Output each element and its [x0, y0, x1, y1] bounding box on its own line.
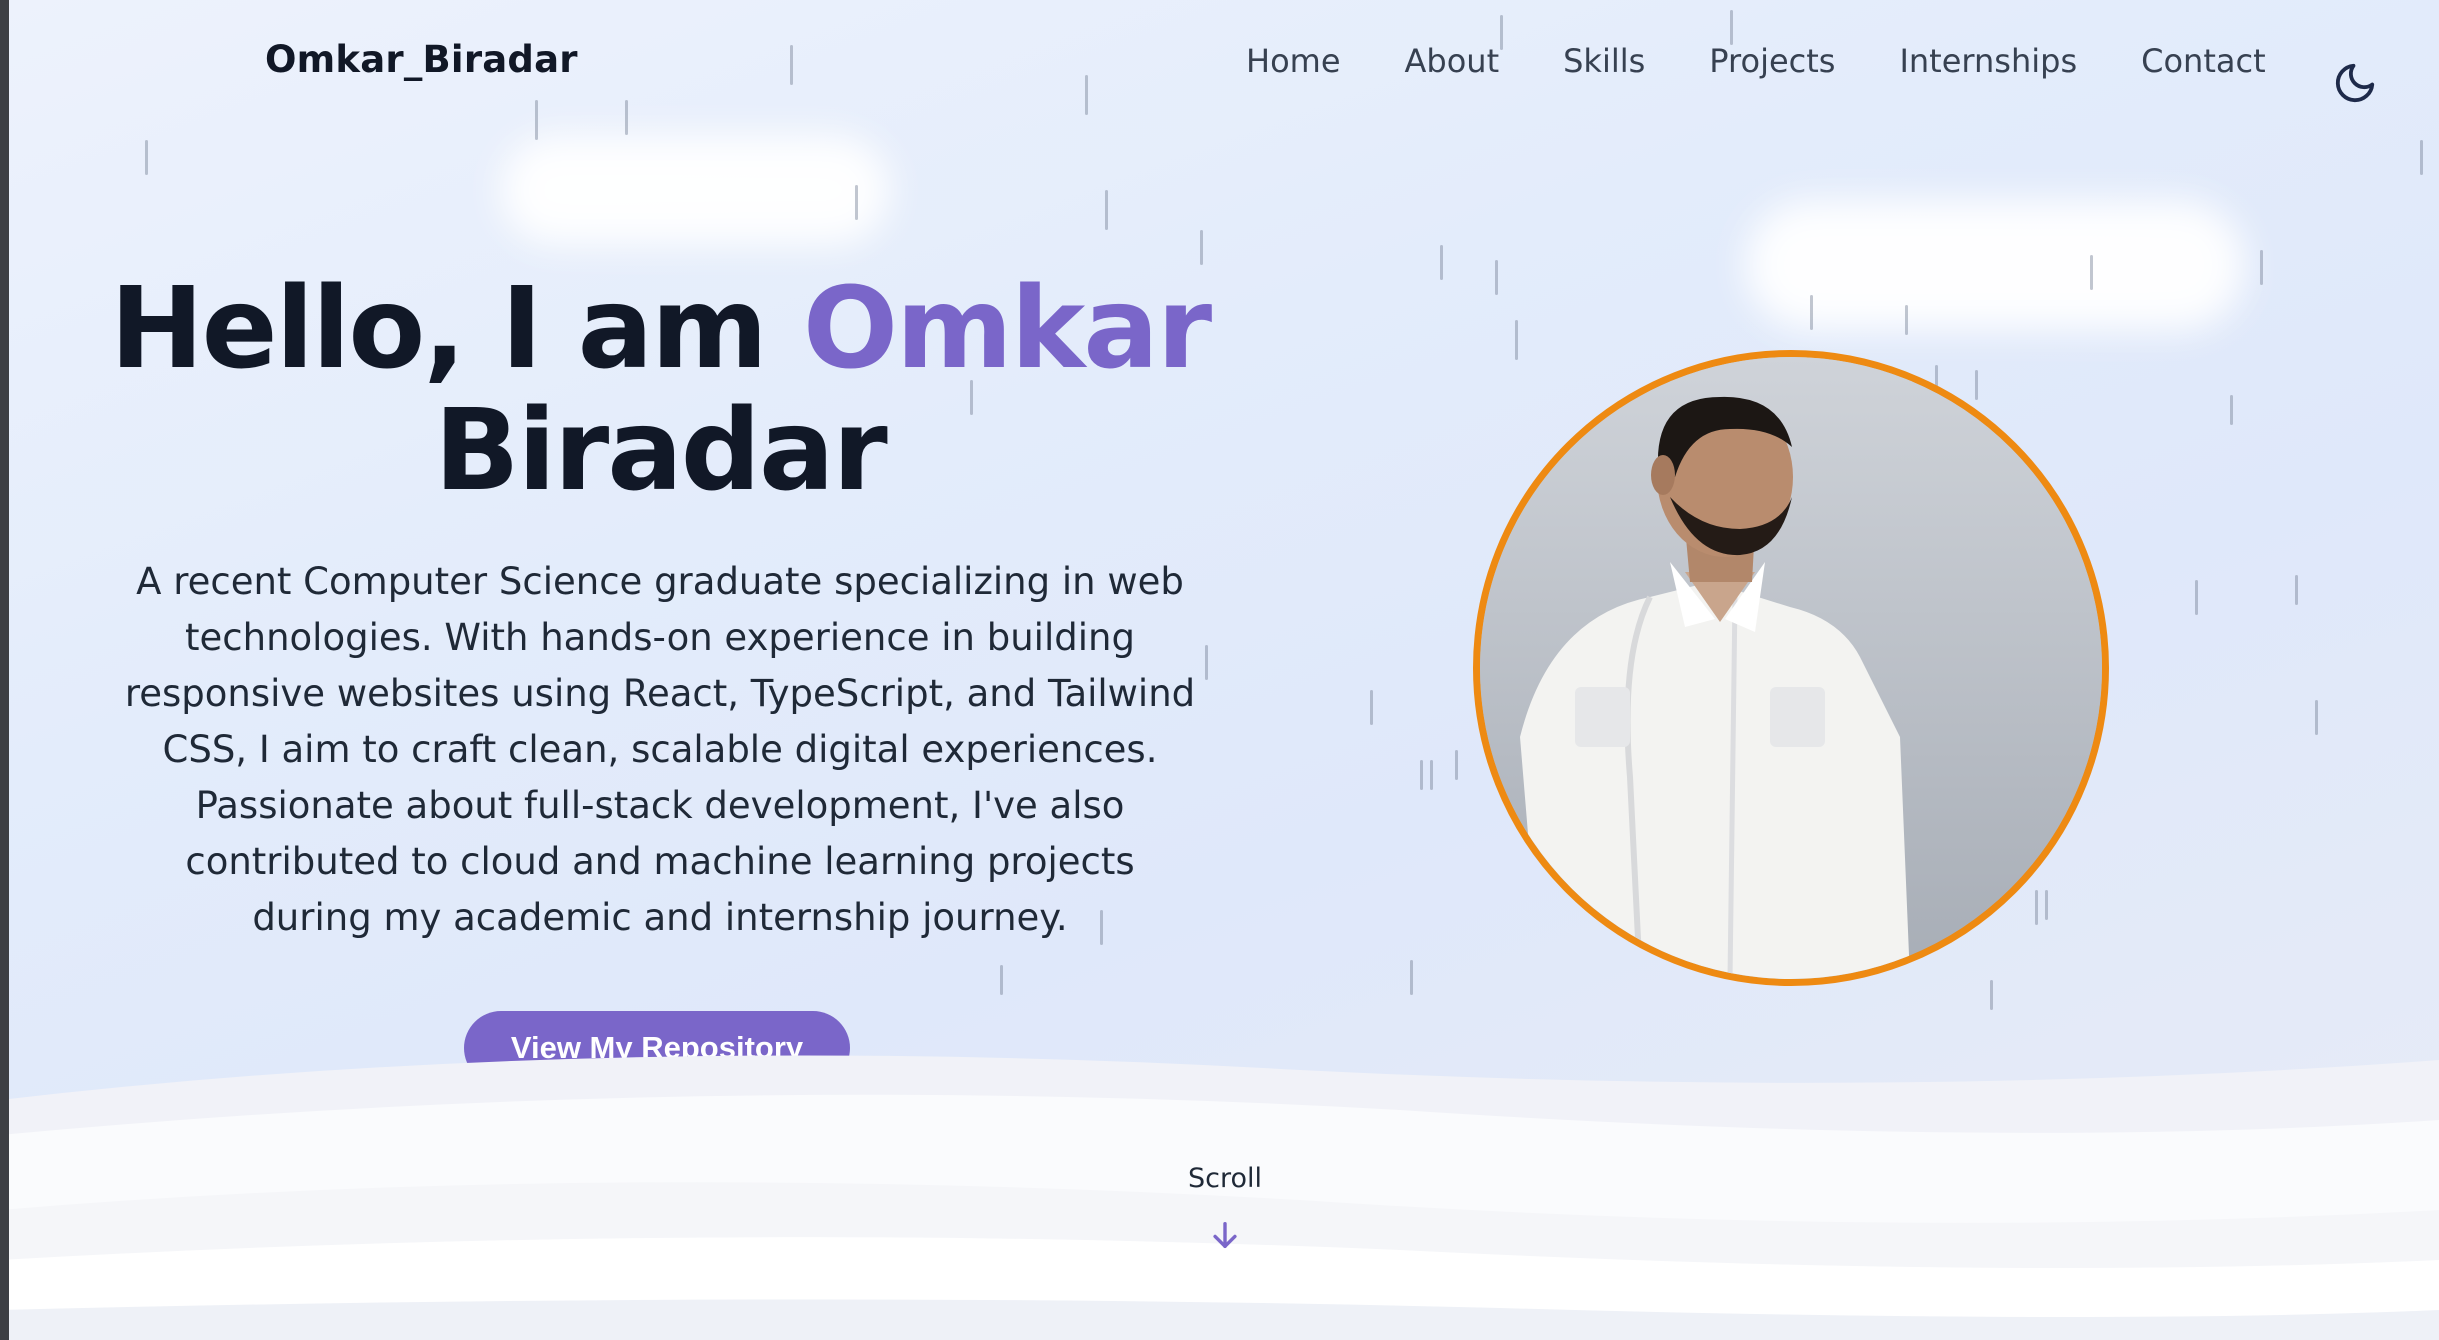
rain-streak [1455, 750, 1458, 780]
rain-streak [1410, 960, 1413, 995]
nav-skills[interactable]: Skills [1563, 42, 1645, 80]
rain-streak [2295, 575, 2298, 605]
rain-streak [1730, 10, 1733, 45]
rain-streak [2035, 890, 2038, 925]
page-frame: Omkar_Biradar Home About Skills Projects… [0, 0, 2439, 1340]
profile-photo-illustration [1480, 357, 2102, 979]
cloud [500, 135, 890, 245]
rain-streak [1990, 980, 1993, 1010]
scroll-label[interactable]: Scroll [1140, 1163, 1310, 1194]
rain-streak [1200, 230, 1203, 265]
profile-photo [1473, 350, 2109, 986]
rain-streak [1105, 190, 1108, 230]
arrow-down-icon [1213, 1221, 1237, 1249]
rain-streak [625, 100, 628, 135]
moon-icon [2335, 63, 2375, 103]
rain-streak [1430, 760, 1433, 790]
rain-streak [145, 140, 148, 175]
rain-streak [1420, 760, 1423, 790]
rain-streak [1205, 645, 1208, 680]
nav-about[interactable]: About [1405, 42, 1500, 80]
nav-internships[interactable]: Internships [1899, 42, 2077, 80]
rain-streak [2045, 890, 2048, 920]
rain-streak [1905, 305, 1908, 335]
main-nav: Home About Skills Projects Internships C… [1246, 42, 2330, 80]
rain-streak [1440, 245, 1443, 280]
rain-streak [2195, 580, 2198, 615]
theme-toggle-button[interactable] [2332, 60, 2378, 106]
hero-title-accent: Omkar [802, 264, 1212, 394]
nav-home[interactable]: Home [1246, 42, 1341, 80]
rain-streak [855, 185, 858, 220]
rain-streak [1495, 260, 1498, 295]
window-edge [0, 0, 9, 1340]
nav-contact[interactable]: Contact [2141, 42, 2266, 80]
rain-streak [2090, 255, 2093, 290]
hero-title-suffix: Biradar [434, 386, 888, 516]
rain-streak [790, 45, 793, 85]
rain-streak [2230, 395, 2233, 425]
rain-streak [1370, 690, 1373, 725]
rain-streak [2260, 250, 2263, 285]
scroll-down-button[interactable] [1208, 1218, 1242, 1252]
rain-streak [535, 100, 538, 140]
hero-title: Hello, I am Omkar Biradar [90, 268, 1230, 512]
rain-streak [1000, 965, 1003, 995]
rain-streak [1810, 295, 1813, 330]
brand-logo[interactable]: Omkar_Biradar [265, 38, 578, 81]
rain-streak [2420, 140, 2423, 175]
nav-projects[interactable]: Projects [1709, 42, 1835, 80]
hero-title-prefix: Hello, I am [109, 264, 768, 394]
rain-streak [2315, 700, 2318, 735]
rain-streak [1975, 370, 1978, 400]
rain-streak [1515, 320, 1518, 360]
cloud [1745, 200, 2245, 330]
hero-description: A recent Computer Science graduate speci… [124, 560, 1196, 939]
rain-streak [1085, 75, 1088, 115]
